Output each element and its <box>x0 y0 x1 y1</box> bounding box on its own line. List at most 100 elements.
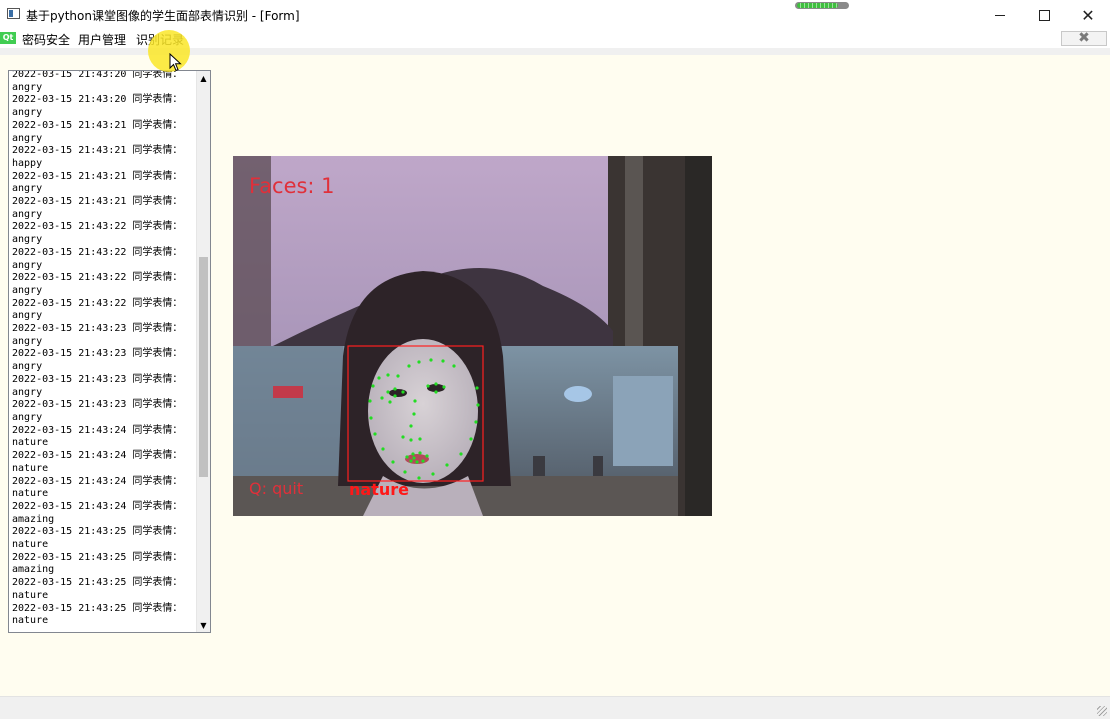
window-title: 基于python课堂图像的学生面部表情识别 - [Form] <box>26 9 300 23</box>
log-entry-time: 2022-03-15 21:43:21 <box>12 119 127 131</box>
detected-emotion-label: nature <box>349 480 409 499</box>
title-bar: 基于python课堂图像的学生面部表情识别 - [Form] ✕ <box>0 0 1110 30</box>
log-entry-label: 同学表情： <box>132 450 183 462</box>
log-entry: 2022-03-15 21:43:25 同学表情： nature <box>12 577 182 602</box>
log-entry-emotion: angry <box>12 335 43 347</box>
log-entry-header: 2022-03-15 21:43:25 同学表情： <box>12 577 182 590</box>
log-entry-time: 2022-03-15 21:43:21 <box>12 196 127 208</box>
log-entry-label: 同学表情： <box>132 119 183 131</box>
minimize-button[interactable] <box>978 0 1022 30</box>
log-entry-label: 同学表情： <box>132 348 183 360</box>
log-entry-header: 2022-03-15 21:43:20 同学表情： <box>12 71 182 82</box>
log-entry-time: 2022-03-15 21:43:23 <box>12 399 127 411</box>
log-entry-header: 2022-03-15 21:43:23 同学表情： <box>12 323 182 336</box>
log-entry-header: 2022-03-15 21:43:21 同学表情： <box>12 145 182 158</box>
log-entry: 2022-03-15 21:43:22 同学表情： angry <box>12 272 182 297</box>
log-entry-emotion: nature <box>12 437 49 449</box>
maximize-icon <box>1038 9 1050 21</box>
log-entry-label: 同学表情： <box>132 399 183 411</box>
log-entry: 2022-03-15 21:43:24 同学表情： nature <box>12 450 182 475</box>
log-entry-time: 2022-03-15 21:43:23 <box>12 323 127 335</box>
camera-feed: Faces: 1 Q: quit nature <box>233 156 712 516</box>
recognition-log-list[interactable]: 2022-03-15 21:43:20 同学表情： angry 2022-03-15… <box>8 70 211 633</box>
log-entry: 2022-03-15 21:43:23 同学表情： angry <box>12 323 182 348</box>
log-entry-emotion: nature <box>12 462 49 474</box>
log-entry-header: 2022-03-15 21:43:25 同学表情： <box>12 526 182 539</box>
scroll-up-button[interactable]: ▲ <box>197 71 210 85</box>
log-entry-time: 2022-03-15 21:43:22 <box>12 221 127 233</box>
camera-frame-image <box>233 156 712 516</box>
log-entry-header: 2022-03-15 21:43:21 同学表情： <box>12 196 182 209</box>
log-entry-time: 2022-03-15 21:43:22 <box>12 246 127 258</box>
log-entry-header: 2022-03-15 21:43:24 同学表情： <box>12 476 182 489</box>
log-entry: 2022-03-15 21:43:22 同学表情： angry <box>12 247 182 272</box>
log-entry-time: 2022-03-15 21:43:24 <box>12 424 127 436</box>
log-entry-label: 同学表情： <box>132 170 183 182</box>
faces-count-label: Faces: 1 <box>249 174 335 198</box>
resize-grip-icon[interactable] <box>1097 706 1107 716</box>
log-entry-label: 同学表情： <box>132 323 183 335</box>
log-entry-time: 2022-03-15 21:43:22 <box>12 297 127 309</box>
log-entry-header: 2022-03-15 21:43:25 同学表情： <box>12 552 182 565</box>
close-icon: ✖ <box>1078 30 1090 46</box>
log-entry-header: 2022-03-15 21:43:24 同学表情： <box>12 501 182 514</box>
log-entry-emotion: angry <box>12 234 43 246</box>
status-bar <box>0 696 1110 719</box>
mdi-close-button[interactable]: ✖ <box>1061 31 1107 46</box>
log-entry-emotion: nature <box>12 488 49 500</box>
log-entry-time: 2022-03-15 21:43:25 <box>12 577 127 589</box>
menu-password-security[interactable]: 密码安全 <box>22 31 70 48</box>
log-entry: 2022-03-15 21:43:23 同学表情： angry <box>12 374 182 399</box>
log-entry-label: 同学表情： <box>132 551 183 563</box>
log-entry-header: 2022-03-15 21:43:25 同学表情： <box>12 603 182 616</box>
scroll-down-button[interactable]: ▼ <box>197 618 210 632</box>
log-entry: 2022-03-15 21:43:21 同学表情： happy <box>12 145 182 170</box>
log-viewport: 2022-03-15 21:43:20 同学表情： angry 2022-03-15… <box>9 71 197 632</box>
mouse-pointer-icon <box>169 53 182 72</box>
log-entry-emotion: amazing <box>12 564 55 576</box>
log-entry-emotion: nature <box>12 615 49 627</box>
log-entry-header: 2022-03-15 21:43:22 同学表情： <box>12 272 182 285</box>
log-entry-time: 2022-03-15 21:43:23 <box>12 373 127 385</box>
log-scrollbar[interactable]: ▲ ▼ <box>196 71 210 632</box>
maximize-button[interactable] <box>1022 0 1066 30</box>
log-entry-time: 2022-03-15 21:43:25 <box>12 526 127 538</box>
arrow-down-icon: ▼ <box>200 620 207 630</box>
log-entry-emotion: angry <box>12 208 43 220</box>
log-entry-header: 2022-03-15 21:43:23 同学表情： <box>12 348 182 361</box>
log-entry: 2022-03-15 21:43:22 同学表情： angry <box>12 221 182 246</box>
log-entry-emotion: happy <box>12 157 43 169</box>
log-entry: 2022-03-15 21:43:22 同学表情： angry <box>12 298 182 323</box>
log-entry-label: 同学表情： <box>132 297 183 309</box>
log-entry-header: 2022-03-15 21:43:24 同学表情： <box>12 425 182 438</box>
log-entry: 2022-03-15 21:43:21 同学表情： angry <box>12 171 182 196</box>
log-entry-header: 2022-03-15 21:43:22 同学表情： <box>12 221 182 234</box>
log-entry-emotion: angry <box>12 310 43 322</box>
app-window-icon <box>7 8 20 19</box>
log-entry-label: 同学表情： <box>132 424 183 436</box>
menu-user-management[interactable]: 用户管理 <box>78 31 126 48</box>
log-entry-emotion: amazing <box>12 513 55 525</box>
log-entry-emotion: nature <box>12 539 49 551</box>
qt-logo-icon: Qt <box>0 32 16 44</box>
log-entry: 2022-03-15 21:43:20 同学表情： angry <box>12 94 182 119</box>
log-entry-label: 同学表情： <box>132 145 183 157</box>
close-icon: ✕ <box>1081 5 1095 25</box>
minimize-icon <box>995 14 1005 16</box>
scrollbar-thumb[interactable] <box>199 257 208 478</box>
arrow-up-icon: ▲ <box>200 73 207 83</box>
log-entry-emotion: angry <box>12 284 43 296</box>
log-entry: 2022-03-15 21:43:21 同学表情： angry <box>12 120 182 145</box>
log-entry: 2022-03-15 21:43:23 同学表情： angry <box>12 348 182 373</box>
log-entry: 2022-03-15 21:43:24 同学表情： nature <box>12 425 182 450</box>
log-entry-emotion: angry <box>12 259 43 271</box>
log-entry-header: 2022-03-15 21:43:20 同学表情： <box>12 94 182 107</box>
log-entry: 2022-03-15 21:43:24 同学表情： amazing <box>12 501 182 526</box>
log-entry-time: 2022-03-15 21:43:23 <box>12 348 127 360</box>
close-window-button[interactable]: ✕ <box>1066 0 1110 30</box>
log-entry-label: 同学表情： <box>132 577 183 589</box>
log-entry-label: 同学表情： <box>132 246 183 258</box>
log-entry-label: 同学表情： <box>132 221 183 233</box>
log-entry-emotion: nature <box>12 589 49 601</box>
log-entry-header: 2022-03-15 21:43:21 同学表情： <box>12 171 182 184</box>
